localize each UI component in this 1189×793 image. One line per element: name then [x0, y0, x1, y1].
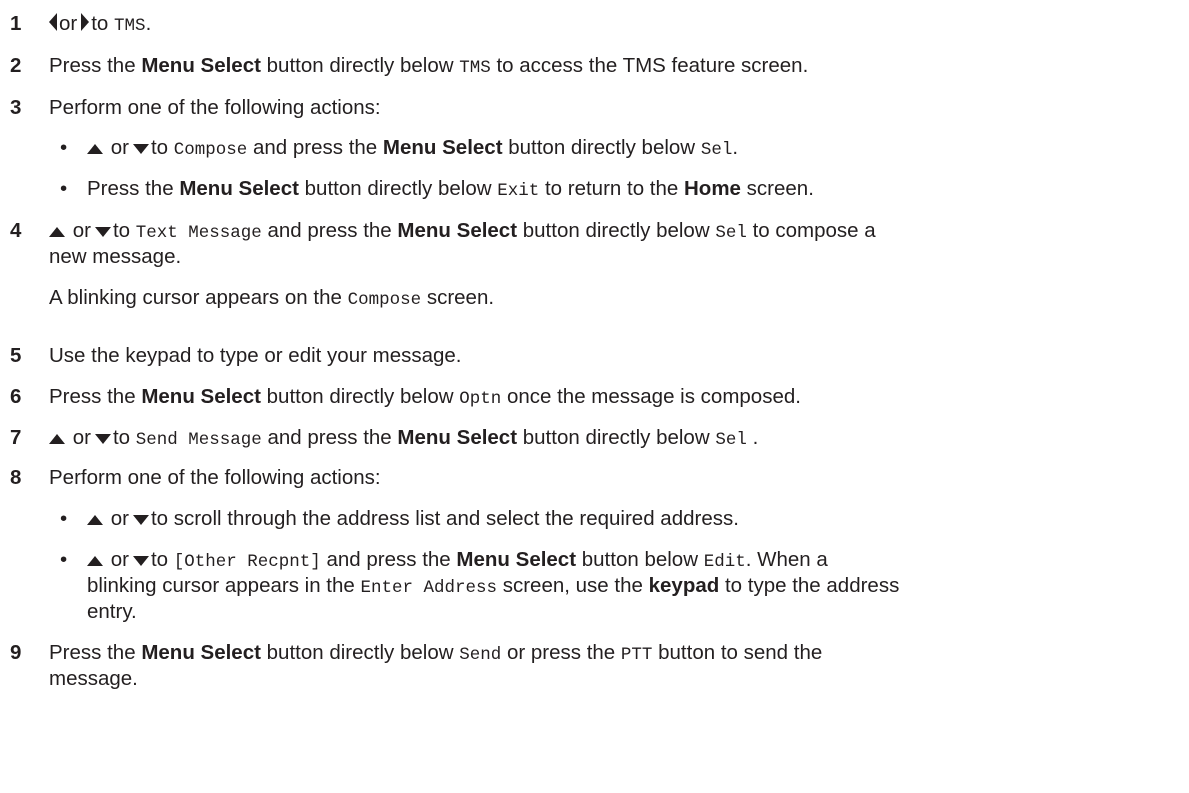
- bullet: •: [60, 136, 68, 159]
- step-text: Press the Menu Select button directly be…: [49, 385, 801, 409]
- step-number: 1: [10, 12, 22, 35]
- bullet-text-continued: blinking cursor appears in the Enter Add…: [87, 574, 900, 598]
- step-number: 6: [10, 385, 22, 408]
- step-text-continued: message.: [49, 667, 138, 690]
- down-arrow-icon: [132, 555, 149, 566]
- bullet-text: or to [Other Recpnt] and press the Menu S…: [87, 548, 828, 572]
- step-text: or to TMS.: [49, 12, 151, 36]
- step-number: 9: [10, 641, 22, 664]
- bullet: •: [60, 177, 68, 200]
- step-text: Press the Menu Select button directly be…: [49, 54, 809, 78]
- step-number: 8: [10, 466, 22, 489]
- down-arrow-icon: [132, 143, 149, 154]
- step-text: Perform one of the following actions:: [49, 466, 381, 489]
- right-arrow-icon: [81, 12, 90, 31]
- step-text: or to Send Message and press the Menu Sel…: [49, 426, 758, 450]
- left-arrow-icon: [49, 12, 57, 31]
- step-result-text: A blinking cursor appears on the Compose…: [49, 286, 495, 310]
- step-text: or to Text Message and press the Menu Sel…: [49, 219, 876, 243]
- up-arrow-icon: [87, 555, 103, 566]
- bullet: •: [60, 507, 68, 530]
- step-number: 3: [10, 96, 22, 119]
- step-number: 5: [10, 344, 22, 367]
- step-text-continued: new message.: [49, 245, 182, 268]
- bullet-text-continued: entry.: [87, 600, 137, 623]
- step-text: Press the Menu Select button directly be…: [49, 641, 823, 665]
- up-arrow-icon: [49, 226, 65, 237]
- down-arrow-icon: [94, 226, 111, 237]
- bullet-text: or to Compose and press the Menu Select b…: [87, 136, 738, 160]
- down-arrow-icon: [132, 514, 149, 525]
- step-text: Use the keypad to type or edit your mess…: [49, 344, 462, 367]
- up-arrow-icon: [87, 143, 103, 154]
- up-arrow-icon: [49, 433, 65, 444]
- bullet-text: or to scroll through the address list and…: [87, 507, 739, 531]
- step-number: 4: [10, 219, 22, 242]
- step-number: 7: [10, 426, 22, 449]
- bullet-text: Press the Menu Select button directly be…: [87, 177, 814, 201]
- step-number: 2: [10, 54, 22, 77]
- up-arrow-icon: [87, 514, 103, 525]
- step-text: Perform one of the following actions:: [49, 96, 381, 119]
- down-arrow-icon: [94, 433, 111, 444]
- bullet: •: [60, 548, 68, 571]
